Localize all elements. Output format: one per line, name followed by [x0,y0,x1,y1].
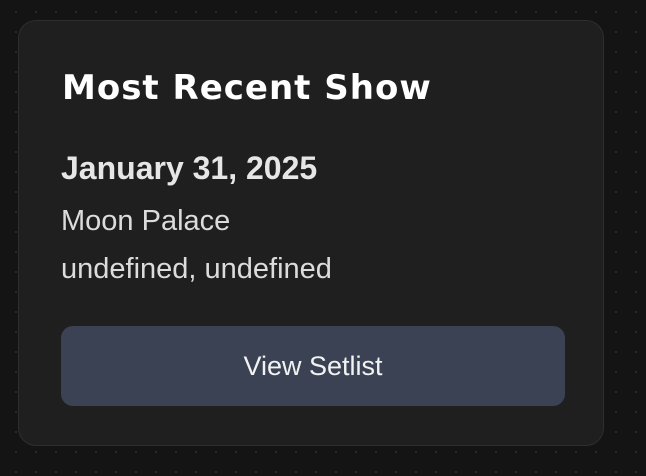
show-venue: Moon Palace [61,205,231,237]
recent-show-card: Most Recent Show January 31, 2025 Moon P… [18,20,604,446]
show-location: undefined, undefined [61,253,332,285]
show-date: January 31, 2025 [61,150,318,186]
card-title: Most Recent Show [62,68,432,108]
view-setlist-button[interactable]: View Setlist [61,326,565,406]
